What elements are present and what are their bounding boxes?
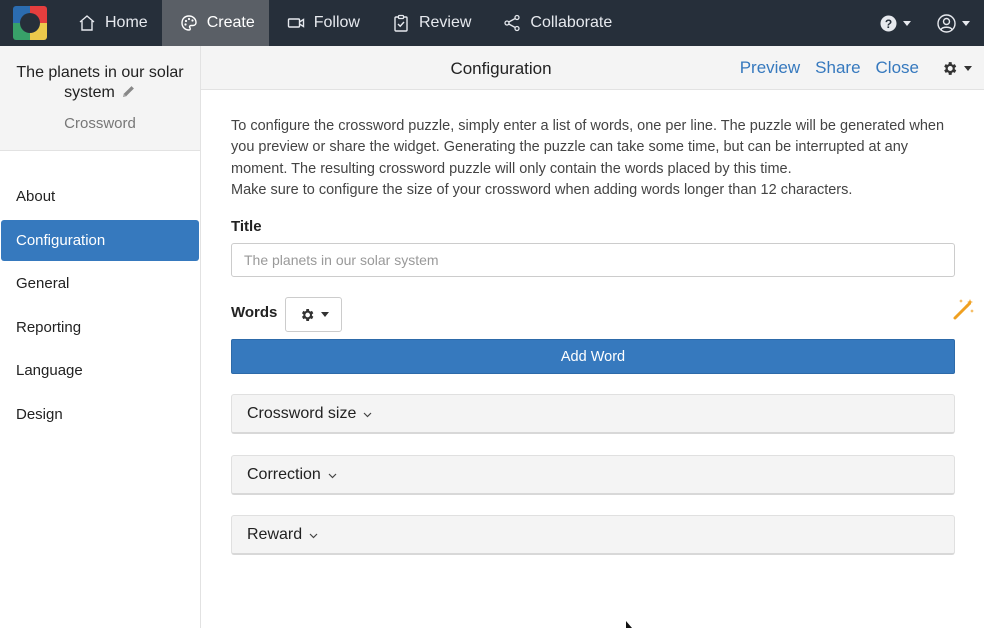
chevron-down-icon: [964, 65, 972, 71]
nav-create[interactable]: Create: [161, 0, 269, 46]
widget-title[interactable]: The planets in our solar system: [0, 63, 200, 103]
close-link[interactable]: Close: [876, 58, 919, 78]
video-icon: [287, 18, 304, 28]
share-link[interactable]: Share: [815, 58, 860, 78]
reward-panel[interactable]: Reward: [231, 515, 955, 555]
chevron-down-icon: [309, 533, 318, 538]
mouse-cursor-icon: [626, 621, 632, 628]
nav-follow[interactable]: Follow: [269, 0, 374, 46]
add-word-button[interactable]: Add Word: [231, 339, 955, 374]
gear-icon: [944, 61, 957, 75]
sidebar-item-language[interactable]: Language: [1, 350, 199, 391]
chevron-down-icon: [320, 312, 329, 317]
gear-icon: [301, 308, 313, 321]
page-title: Configuration: [450, 59, 552, 78]
title-input[interactable]: The planets in our solar system: [231, 243, 955, 277]
nav-follow-label: Follow: [313, 14, 360, 31]
crossword-size-panel[interactable]: Crossword size: [231, 394, 955, 434]
settings-menu[interactable]: [941, 60, 972, 77]
words-settings-button[interactable]: [285, 297, 342, 332]
sidebar-item-reporting[interactable]: Reporting: [1, 307, 199, 348]
words-label: Words: [231, 304, 278, 321]
widget-header: The planets in our solar system Crosswor…: [0, 46, 200, 151]
home-icon: [79, 15, 95, 31]
magic-wand-icon[interactable]: [952, 297, 976, 326]
nav-create-label: Create: [206, 14, 255, 31]
nav-collaborate-label: Collaborate: [530, 14, 613, 31]
top-navbar: Home Create Follow Review Collaborate ?: [0, 0, 984, 46]
svg-text:?: ?: [885, 16, 892, 30]
sidebar-item-general[interactable]: General: [1, 263, 199, 304]
chevron-down-icon: [962, 20, 970, 26]
crossword-size-label: Crossword size: [247, 404, 357, 422]
widget-type: Crossword: [64, 115, 136, 132]
correction-panel[interactable]: Correction: [231, 455, 955, 495]
widget-title-text: The planets in our solar system: [16, 64, 184, 101]
intro-note: Make sure to configure the size of your …: [231, 181, 853, 198]
correction-label: Correction: [247, 465, 321, 483]
clipboard-icon: [394, 14, 408, 32]
nav-collaborate[interactable]: Collaborate: [485, 0, 626, 46]
share-icon: [504, 14, 521, 32]
user-icon: [937, 13, 956, 33]
nav-home[interactable]: Home: [60, 0, 162, 46]
user-menu[interactable]: [923, 0, 984, 46]
nav-home-label: Home: [105, 14, 148, 31]
app-logo[interactable]: [0, 0, 60, 46]
chevron-down-icon: [328, 473, 337, 478]
chevron-down-icon: [363, 412, 372, 417]
page-header: Configuration Preview Share Close: [201, 46, 984, 90]
nav-review[interactable]: Review: [374, 0, 485, 46]
chevron-down-icon: [903, 20, 911, 26]
pencil-icon[interactable]: [121, 84, 136, 99]
nav-review-label: Review: [418, 14, 472, 31]
help-menu[interactable]: ?: [868, 0, 923, 46]
reward-label: Reward: [247, 525, 303, 543]
preview-link[interactable]: Preview: [740, 58, 800, 78]
sidebar-item-design[interactable]: Design: [1, 394, 199, 435]
sidebar-menu: About Configuration General Reporting La…: [0, 176, 200, 435]
intro-paragraph: To configure the crossword puzzle, simpl…: [231, 118, 945, 177]
title-label: Title: [231, 218, 262, 235]
sidebar-item-about[interactable]: About: [1, 176, 199, 217]
sidebar: The planets in our solar system Crosswor…: [0, 46, 201, 628]
help-icon: ?: [880, 15, 897, 31]
config-intro: To configure the crossword puzzle, simpl…: [231, 116, 955, 201]
logo-icon: [13, 6, 47, 40]
palette-icon: [180, 15, 197, 31]
sidebar-item-configuration[interactable]: Configuration: [1, 219, 199, 261]
